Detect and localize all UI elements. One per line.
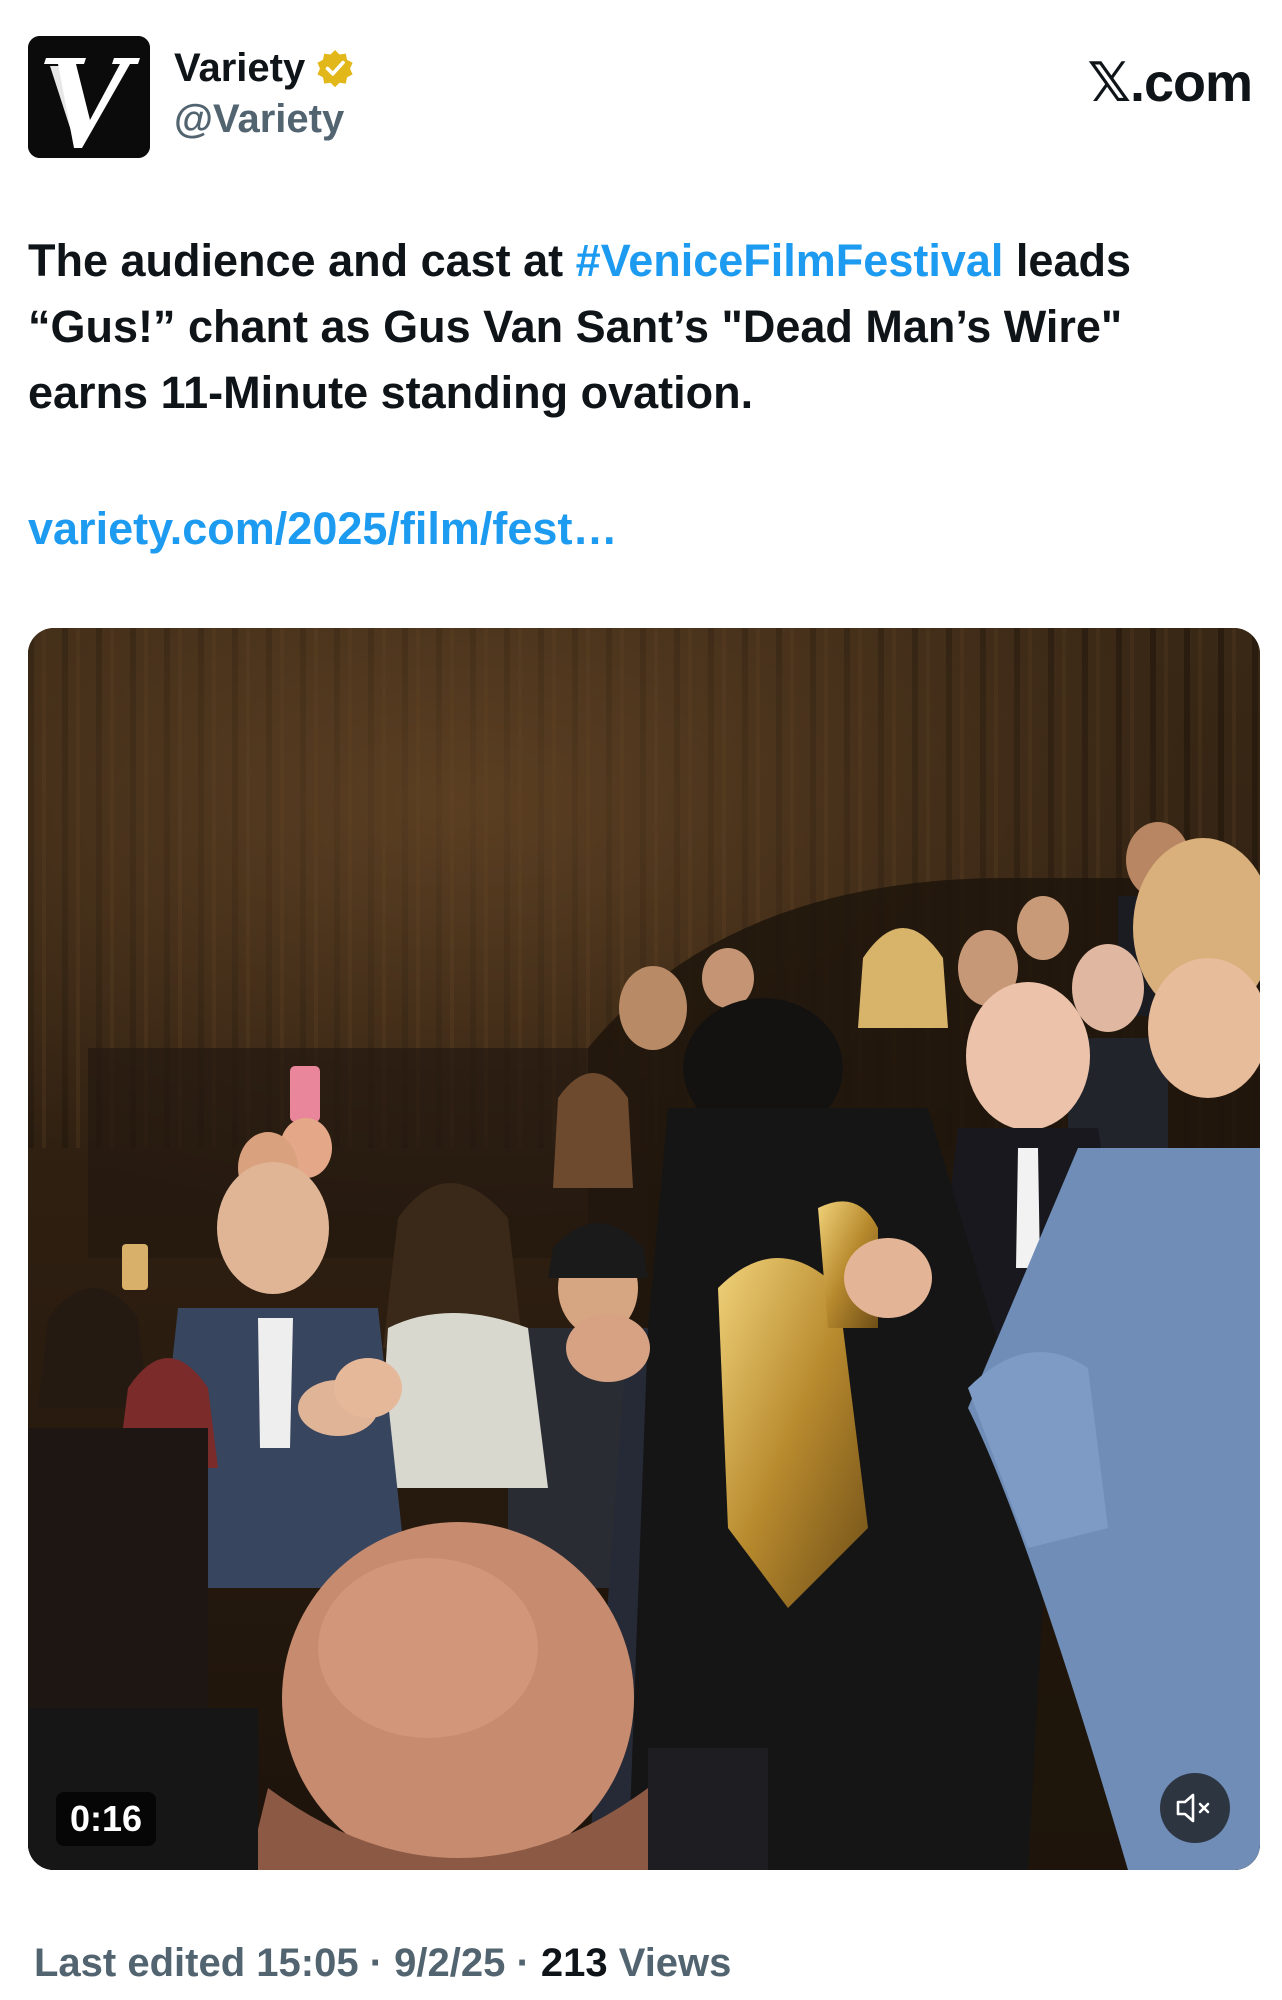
x-com-label: 𝕏.com — [1087, 51, 1253, 114]
tweet-text: The audience and cast at #VeniceFilmFest… — [28, 228, 1254, 426]
speaker-muted-icon — [1176, 1793, 1210, 1823]
views-count[interactable]: 213 — [541, 1941, 608, 1985]
video-thumbnail-icon — [28, 628, 1260, 1870]
account-names: Variety @Variety — [174, 44, 355, 144]
edited-timestamp[interactable]: Last edited 15:05 · 9/2/25 — [34, 1941, 505, 1985]
variety-v-logo-icon — [28, 36, 150, 158]
account-handle[interactable]: @Variety — [174, 94, 355, 144]
article-link[interactable]: variety.com/2025/film/fest… — [28, 496, 617, 562]
x-logo-icon: 𝕏 — [1087, 51, 1131, 114]
display-name[interactable]: Variety — [174, 44, 305, 92]
tweet-header: Variety @Variety 𝕏.com — [28, 34, 1254, 164]
display-name-row: Variety — [174, 44, 355, 92]
tweet-text-start: The audience and cast at — [28, 235, 576, 286]
verified-badge-icon — [315, 48, 355, 88]
hashtag-link[interactable]: #VeniceFilmFestival — [576, 235, 1004, 286]
variety-logo-avatar[interactable] — [28, 36, 150, 158]
x-com-suffix: .com — [1129, 53, 1253, 113]
tweet-meta: Last edited 15:05 · 9/2/25 · 213 Views — [34, 1938, 731, 1988]
meta-separator: · — [505, 1941, 541, 1985]
views-label: Views — [607, 1941, 732, 1985]
video-duration-badge: 0:16 — [56, 1792, 157, 1846]
mute-toggle-button[interactable] — [1160, 1773, 1230, 1843]
video-player[interactable]: 0:16 — [28, 628, 1260, 1870]
